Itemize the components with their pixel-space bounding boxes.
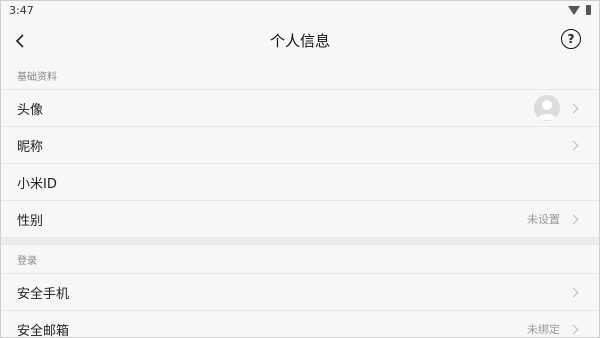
- help-icon: ?: [567, 32, 575, 46]
- row-gender[interactable]: 性别 未设置: [1, 201, 599, 238]
- help-button[interactable]: ?: [561, 29, 581, 49]
- chevron-right-icon: [568, 324, 579, 334]
- chevron-right-icon: [568, 140, 579, 150]
- row-security-phone[interactable]: 安全手机: [1, 274, 599, 311]
- row-right: 未设置: [527, 211, 579, 227]
- battery-icon: [586, 5, 591, 15]
- status-icons: [568, 5, 591, 15]
- chevron-right-icon: [568, 214, 579, 224]
- row-avatar[interactable]: 头像: [1, 90, 599, 127]
- row-label: 头像: [17, 102, 44, 118]
- row-label: 安全邮箱: [17, 323, 70, 338]
- title-bar: 个人信息 ?: [1, 19, 599, 61]
- row-label: 昵称: [17, 139, 44, 155]
- row-xiaomi-id: 小米ID: [1, 164, 599, 201]
- app-frame: 3:47 个人信息 ? 基础资料 头像 昵称 小米ID 性别 未设置 登录 安全…: [0, 0, 600, 338]
- section-header-basic: 基础资料: [1, 61, 599, 90]
- row-label: 安全手机: [17, 286, 70, 302]
- status-bar: 3:47: [1, 1, 599, 19]
- chevron-left-icon: [15, 34, 24, 48]
- row-right: [534, 95, 579, 121]
- wifi-icon: [568, 5, 580, 15]
- row-label: 性别: [17, 213, 44, 229]
- row-right: [568, 287, 579, 297]
- chevron-right-icon: [568, 287, 579, 297]
- user-placeholder-icon: [537, 100, 557, 120]
- section-header-login: 登录: [1, 245, 599, 274]
- row-nickname[interactable]: 昵称: [1, 127, 599, 164]
- chevron-right-icon: [568, 103, 579, 113]
- section-divider: [1, 238, 599, 245]
- email-value: 未绑定: [527, 323, 560, 336]
- row-label: 小米ID: [17, 176, 57, 192]
- status-time: 3:47: [9, 3, 34, 17]
- avatar: [534, 95, 560, 121]
- page-title: 个人信息: [269, 31, 330, 50]
- row-security-email[interactable]: 安全邮箱 未绑定: [1, 311, 599, 338]
- row-right: 未绑定: [527, 321, 579, 337]
- gender-value: 未设置: [527, 213, 560, 226]
- back-button[interactable]: [11, 31, 31, 51]
- row-right: [568, 140, 579, 150]
